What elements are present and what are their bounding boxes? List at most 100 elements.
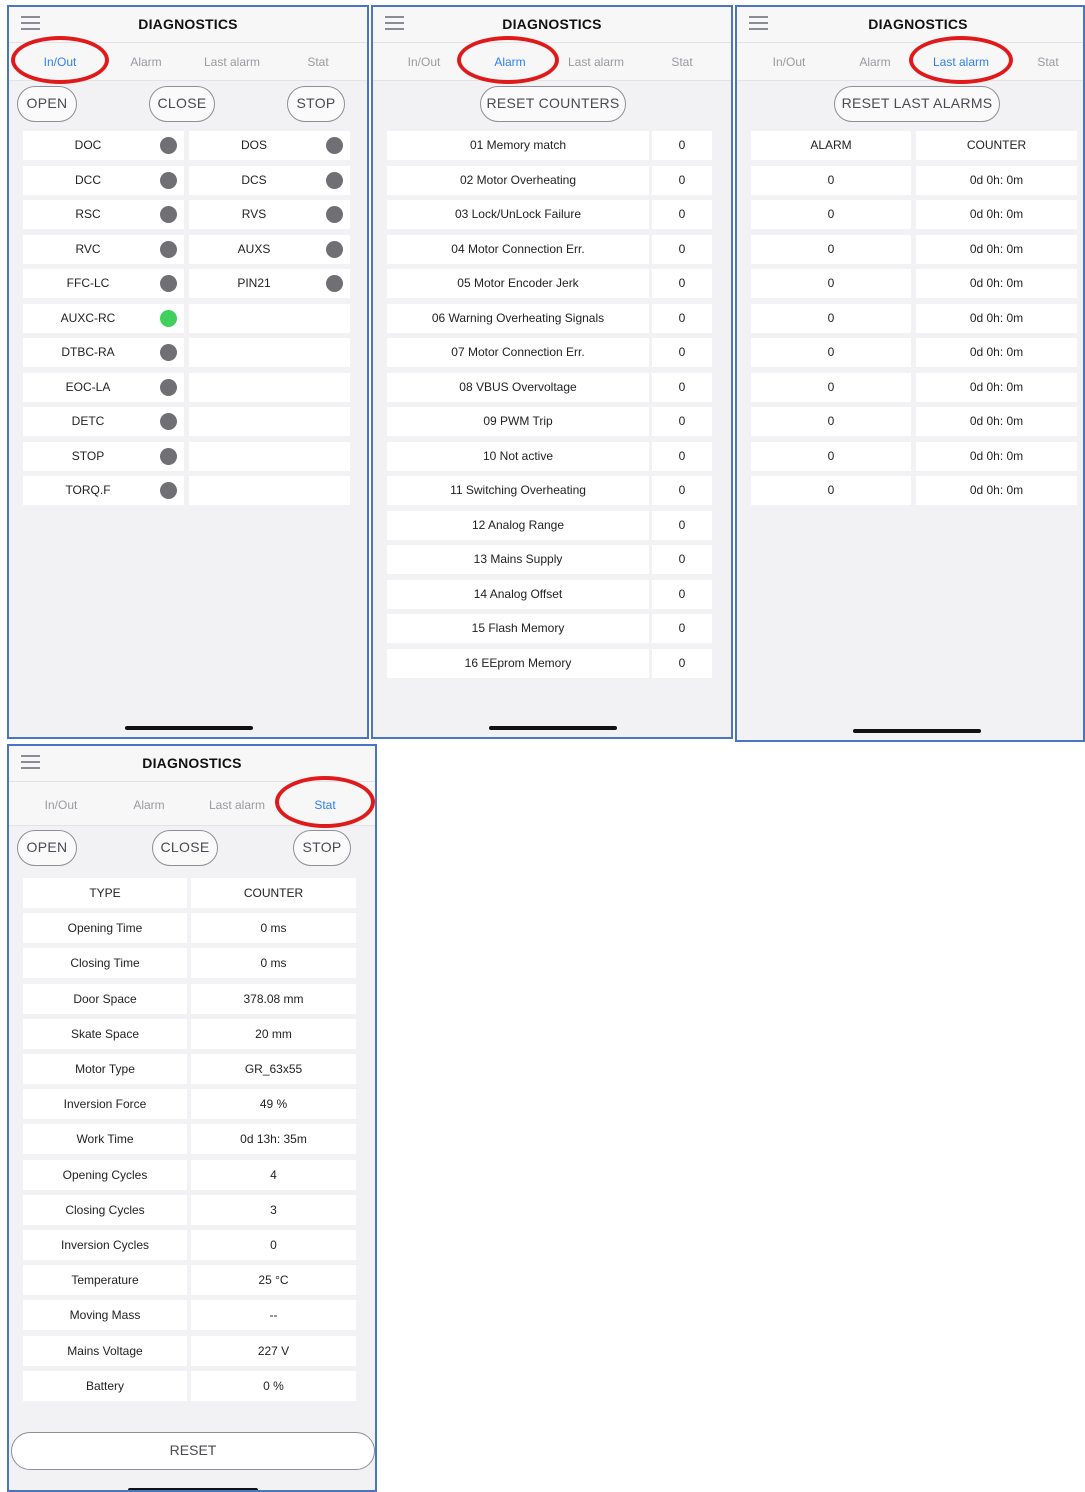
io-signal-label: DOS (240, 138, 267, 152)
status-indicator-off-icon (160, 275, 177, 292)
io-signal-label: TORQ.F (65, 483, 111, 497)
last-alarm-code: 0 (751, 373, 911, 402)
alarm-count: 0 (652, 338, 712, 367)
stat-type: Battery (23, 1371, 187, 1401)
io-signal-label: RVS (241, 207, 267, 221)
tab-alarm[interactable]: Alarm (465, 55, 555, 69)
io-signal-right: AUXS (189, 235, 350, 264)
last-alarm-time: 0d 0h: 0m (916, 166, 1077, 195)
tab-bar: In/Out Alarm Last alarm Stat (9, 776, 375, 828)
stop-button[interactable]: STOP (287, 86, 345, 122)
alarm-name: 09 PWM Trip (387, 407, 649, 436)
alarm-name: 05 Motor Encoder Jerk (387, 269, 649, 298)
io-signal-label: DTBC-RA (61, 345, 115, 359)
tab-inout[interactable]: In/Out (379, 55, 469, 69)
stat-value: 3 (191, 1195, 356, 1225)
alarm-name: 06 Warning Overheating Signals (387, 304, 649, 333)
status-indicator-off-icon (326, 137, 343, 154)
last-alarm-code: 0 (751, 476, 911, 505)
reset-last-alarms-button[interactable]: RESET LAST ALARMS (834, 86, 1000, 122)
last-alarm-code: 0 (751, 200, 911, 229)
alarm-count: 0 (652, 235, 712, 264)
alarm-count: 0 (652, 580, 712, 609)
tab-stat[interactable]: Stat (280, 798, 370, 812)
status-indicator-off-icon (160, 206, 177, 223)
tab-bar: In/Out Alarm Last alarm Stat (373, 36, 731, 84)
stop-button[interactable]: STOP (293, 830, 351, 866)
io-signal-left: TORQ.F (23, 476, 184, 505)
tab-stat[interactable]: Stat (1003, 55, 1083, 69)
alarm-name: 07 Motor Connection Err. (387, 338, 649, 367)
last-alarm-time: 0d 0h: 0m (916, 200, 1077, 229)
stat-value: 0 % (191, 1371, 356, 1401)
last-alarm-time: 0d 0h: 0m (916, 269, 1077, 298)
alarm-name: 13 Mains Supply (387, 545, 649, 574)
io-signal-right: DCS (189, 166, 350, 195)
stat-type: Door Space (23, 984, 187, 1014)
last-alarm-time: 0d 0h: 0m (916, 476, 1077, 505)
alarm-count: 0 (652, 166, 712, 195)
io-signal-right (189, 407, 350, 436)
page-title: DIAGNOSTICS (142, 755, 242, 771)
io-signal-left: RSC (23, 200, 184, 229)
tab-alarm[interactable]: Alarm (101, 55, 191, 69)
tab-inout[interactable]: In/Out (744, 55, 834, 69)
open-button[interactable]: OPEN (17, 830, 77, 866)
stat-value: 227 V (191, 1336, 356, 1366)
tab-bar: In/Out Alarm Last alarm Stat (737, 36, 1083, 84)
tab-stat[interactable]: Stat (273, 55, 363, 69)
stat-value: 25 °C (191, 1265, 356, 1295)
alarm-count: 0 (652, 131, 712, 160)
last-alarm-code: 0 (751, 338, 911, 367)
stat-type: Opening Time (23, 913, 187, 943)
close-button[interactable]: CLOSE (152, 830, 218, 866)
io-signal-left: FFC-LC (23, 269, 184, 298)
io-signal-label: FFC-LC (66, 276, 110, 290)
alarm-count: 0 (652, 304, 712, 333)
stat-type: Closing Cycles (23, 1195, 187, 1225)
status-indicator-off-icon (326, 241, 343, 258)
io-signal-label: AUXC-RC (60, 311, 116, 325)
alarm-name: 04 Motor Connection Err. (387, 235, 649, 264)
io-signal-left: RVC (23, 235, 184, 264)
stat-type: Work Time (23, 1124, 187, 1154)
tab-alarm[interactable]: Alarm (104, 798, 194, 812)
tab-stat[interactable]: Stat (637, 55, 727, 69)
tab-last-alarm[interactable]: Last alarm (187, 55, 277, 69)
stat-type: Closing Time (23, 948, 187, 978)
io-signal-right (189, 373, 350, 402)
status-indicator-off-icon (326, 275, 343, 292)
stat-value: 0 ms (191, 948, 356, 978)
tab-inout[interactable]: In/Out (15, 55, 105, 69)
open-button[interactable]: OPEN (17, 86, 77, 122)
last-alarm-code: 0 (751, 407, 911, 436)
alarm-name: 11 Switching Overheating (387, 476, 649, 505)
alarm-count: 0 (652, 511, 712, 540)
tab-alarm[interactable]: Alarm (830, 55, 920, 69)
page-title: DIAGNOSTICS (502, 16, 602, 32)
stat-value: GR_63x55 (191, 1054, 356, 1084)
tab-last-alarm[interactable]: Last alarm (916, 55, 1006, 69)
io-signal-left: DOC (23, 131, 184, 160)
reset-button[interactable]: RESET (11, 1432, 375, 1470)
last-alarm-code: 0 (751, 269, 911, 298)
io-signal-left: AUXC-RC (23, 304, 184, 333)
top-bar: DIAGNOSTICS (9, 7, 367, 43)
status-indicator-off-icon (160, 172, 177, 189)
home-indicator (128, 1488, 258, 1490)
status-indicator-off-icon (326, 206, 343, 223)
tab-inout[interactable]: In/Out (16, 798, 106, 812)
close-button[interactable]: CLOSE (149, 86, 215, 122)
tab-last-alarm[interactable]: Last alarm (551, 55, 641, 69)
io-signal-right (189, 304, 350, 333)
io-signal-left: DCC (23, 166, 184, 195)
top-bar: DIAGNOSTICS (737, 7, 1083, 43)
stat-value: 20 mm (191, 1019, 356, 1049)
tab-last-alarm[interactable]: Last alarm (192, 798, 282, 812)
reset-counters-button[interactable]: RESET COUNTERS (480, 86, 626, 122)
alarm-count: 0 (652, 269, 712, 298)
io-signal-label: DCC (75, 173, 101, 187)
alarm-count: 0 (652, 200, 712, 229)
io-signal-right (189, 338, 350, 367)
io-signal-label: STOP (71, 449, 105, 463)
